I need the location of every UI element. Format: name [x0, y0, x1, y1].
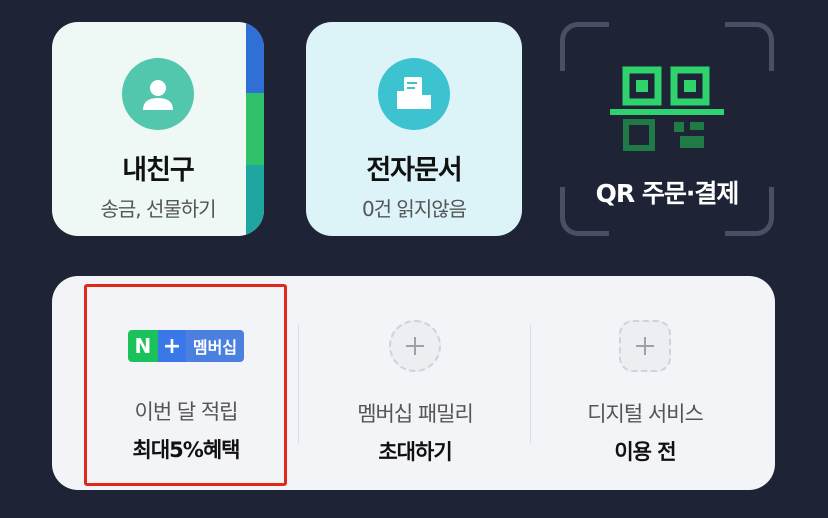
digital-label: 디지털 서비스 [587, 402, 704, 426]
friends-card[interactable]: 내친구 송금, 선물하기 [52, 22, 264, 236]
docs-title: 전자문서 [366, 155, 462, 186]
membership-digital-item[interactable]: 디지털 서비스 이용 전 [530, 276, 760, 490]
friends-subtitle: 송금, 선물하기 [100, 197, 216, 221]
plus-icon [389, 320, 441, 372]
folder-document-icon [378, 58, 450, 130]
digital-status: 이용 전 [614, 440, 676, 464]
person-icon [122, 58, 194, 130]
scan-frame-corner [560, 22, 609, 71]
friends-title: 내친구 [122, 155, 195, 186]
qr-payment-button[interactable]: QR 주문·결제 [560, 22, 774, 236]
card-stack-edge [246, 22, 264, 236]
docs-subtitle: 0건 읽지않음 [361, 197, 467, 221]
scan-frame-corner [725, 22, 774, 71]
plus-icon [619, 320, 671, 372]
divider [298, 324, 299, 444]
family-label: 멤버십 패밀리 [357, 402, 474, 426]
membership-family-item[interactable]: 멤버십 패밀리 초대하기 [300, 276, 530, 490]
qr-code-icon [610, 66, 724, 151]
highlight-outline [84, 284, 287, 486]
family-action: 초대하기 [378, 440, 452, 464]
e-documents-card[interactable]: 전자문서 0건 읽지않음 [306, 22, 522, 236]
qr-label: QR 주문·결제 [595, 179, 740, 208]
